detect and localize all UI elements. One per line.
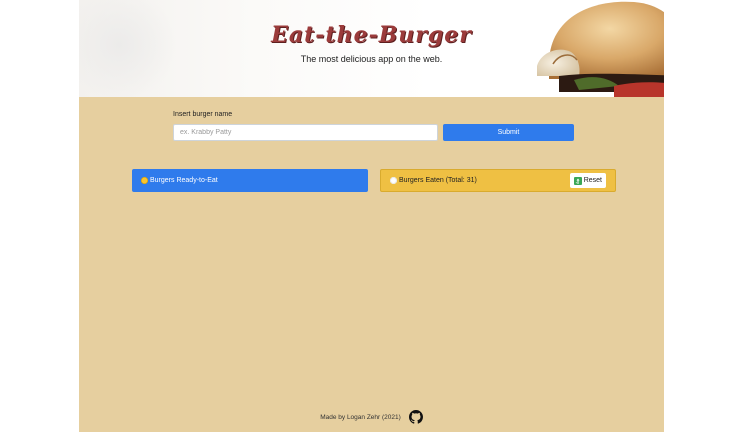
app-page: Eat-the-Burger The most delicious app on… <box>79 0 664 432</box>
reset-label: Reset <box>583 177 602 184</box>
submit-button[interactable]: Submit <box>443 124 574 141</box>
smiley-face-icon <box>141 177 148 184</box>
recycle-icon <box>573 176 582 185</box>
footer: Made by Logan Zehr (2021) <box>79 410 664 424</box>
page-title: Eat-the-Burger <box>271 22 472 48</box>
burgers-ready-label: Burgers Ready-to-Eat <box>150 177 218 184</box>
github-icon[interactable] <box>408 410 423 424</box>
background-decoration <box>79 0 179 97</box>
burger-name-input[interactable] <box>173 124 438 141</box>
footer-credit: Made by Logan Zehr (2021) <box>320 413 401 421</box>
burgers-eaten-panel: Burgers Eaten (Total: 31) Reset <box>380 169 616 192</box>
plate-icon <box>390 177 397 184</box>
burgers-eaten-label: Burgers Eaten (Total: 31) <box>399 177 477 184</box>
reset-button[interactable]: Reset <box>569 173 606 188</box>
burgers-ready-panel: Burgers Ready-to-Eat <box>132 169 368 192</box>
page-subtitle: The most delicious app on the web. <box>300 54 443 64</box>
header-banner: Eat-the-Burger The most delicious app on… <box>79 0 664 97</box>
burger-image <box>537 1 664 97</box>
burger-name-label: Insert burger name <box>173 111 233 118</box>
